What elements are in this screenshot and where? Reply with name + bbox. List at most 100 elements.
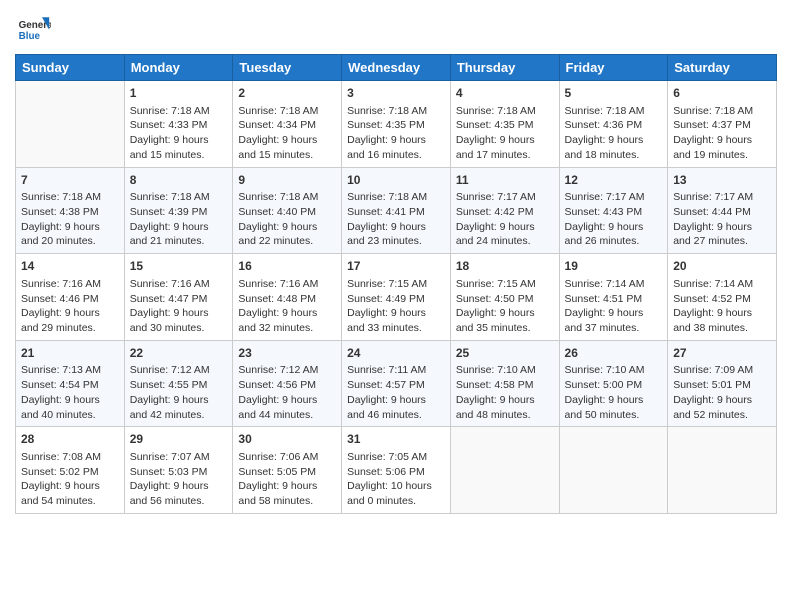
cell-info: and 58 minutes. <box>238 494 336 509</box>
cell-info: Sunrise: 7:18 AM <box>238 104 336 119</box>
day-number: 19 <box>565 258 663 275</box>
day-number: 23 <box>238 345 336 362</box>
logo-icon: General Blue <box>15 10 51 46</box>
day-number: 17 <box>347 258 445 275</box>
header: General Blue <box>15 10 777 46</box>
cell-info: Sunset: 4:57 PM <box>347 378 445 393</box>
cell-info: Daylight: 9 hours <box>347 306 445 321</box>
weekday-header-monday: Monday <box>124 55 233 81</box>
calendar-cell: 25Sunrise: 7:10 AMSunset: 4:58 PMDayligh… <box>450 340 559 427</box>
cell-info: Sunrise: 7:16 AM <box>130 277 228 292</box>
cell-info: Sunrise: 7:18 AM <box>238 190 336 205</box>
calendar-cell: 27Sunrise: 7:09 AMSunset: 5:01 PMDayligh… <box>668 340 777 427</box>
cell-info: Daylight: 9 hours <box>673 393 771 408</box>
day-number: 16 <box>238 258 336 275</box>
day-number: 27 <box>673 345 771 362</box>
cell-info: Sunrise: 7:13 AM <box>21 363 119 378</box>
calendar-table: SundayMondayTuesdayWednesdayThursdayFrid… <box>15 54 777 514</box>
day-number: 22 <box>130 345 228 362</box>
cell-info: Sunrise: 7:16 AM <box>238 277 336 292</box>
day-number: 11 <box>456 172 554 189</box>
cell-info: Sunrise: 7:18 AM <box>565 104 663 119</box>
day-number: 9 <box>238 172 336 189</box>
cell-info: Sunset: 5:06 PM <box>347 465 445 480</box>
cell-info: Sunset: 4:35 PM <box>456 118 554 133</box>
day-number: 8 <box>130 172 228 189</box>
day-number: 3 <box>347 85 445 102</box>
cell-info: Daylight: 9 hours <box>130 220 228 235</box>
cell-info: Daylight: 9 hours <box>347 220 445 235</box>
calendar-cell: 30Sunrise: 7:06 AMSunset: 5:05 PMDayligh… <box>233 427 342 514</box>
day-number: 24 <box>347 345 445 362</box>
cell-info: Daylight: 9 hours <box>21 220 119 235</box>
weekday-header-row: SundayMondayTuesdayWednesdayThursdayFrid… <box>16 55 777 81</box>
calendar-cell: 21Sunrise: 7:13 AMSunset: 4:54 PMDayligh… <box>16 340 125 427</box>
day-number: 26 <box>565 345 663 362</box>
cell-info: Daylight: 9 hours <box>565 393 663 408</box>
weekday-header-thursday: Thursday <box>450 55 559 81</box>
calendar-cell: 1Sunrise: 7:18 AMSunset: 4:33 PMDaylight… <box>124 81 233 168</box>
cell-info: Sunset: 4:41 PM <box>347 205 445 220</box>
cell-info: and 21 minutes. <box>130 234 228 249</box>
cell-info: Sunrise: 7:12 AM <box>130 363 228 378</box>
cell-info: Daylight: 9 hours <box>673 306 771 321</box>
cell-info: and 30 minutes. <box>130 321 228 336</box>
cell-info: and 32 minutes. <box>238 321 336 336</box>
cell-info: Sunset: 4:38 PM <box>21 205 119 220</box>
day-number: 7 <box>21 172 119 189</box>
cell-info: and 33 minutes. <box>347 321 445 336</box>
cell-info: Sunrise: 7:18 AM <box>347 104 445 119</box>
cell-info: Sunset: 4:36 PM <box>565 118 663 133</box>
cell-info: and 50 minutes. <box>565 408 663 423</box>
day-number: 18 <box>456 258 554 275</box>
calendar-cell: 6Sunrise: 7:18 AMSunset: 4:37 PMDaylight… <box>668 81 777 168</box>
weekday-header-wednesday: Wednesday <box>342 55 451 81</box>
calendar-cell <box>559 427 668 514</box>
cell-info: Daylight: 9 hours <box>673 133 771 148</box>
cell-info: Daylight: 9 hours <box>456 220 554 235</box>
cell-info: Daylight: 9 hours <box>130 479 228 494</box>
cell-info: and 26 minutes. <box>565 234 663 249</box>
day-number: 21 <box>21 345 119 362</box>
cell-info: Sunrise: 7:17 AM <box>456 190 554 205</box>
week-row-3: 14Sunrise: 7:16 AMSunset: 4:46 PMDayligh… <box>16 254 777 341</box>
calendar-cell: 2Sunrise: 7:18 AMSunset: 4:34 PMDaylight… <box>233 81 342 168</box>
cell-info: and 0 minutes. <box>347 494 445 509</box>
calendar-cell: 26Sunrise: 7:10 AMSunset: 5:00 PMDayligh… <box>559 340 668 427</box>
cell-info: and 15 minutes. <box>130 148 228 163</box>
calendar-cell <box>16 81 125 168</box>
calendar-cell: 8Sunrise: 7:18 AMSunset: 4:39 PMDaylight… <box>124 167 233 254</box>
cell-info: Sunrise: 7:18 AM <box>347 190 445 205</box>
calendar-page: General Blue SundayMondayTuesdayWednesda… <box>0 0 792 529</box>
calendar-cell: 4Sunrise: 7:18 AMSunset: 4:35 PMDaylight… <box>450 81 559 168</box>
cell-info: Daylight: 9 hours <box>238 306 336 321</box>
cell-info: Sunrise: 7:14 AM <box>565 277 663 292</box>
cell-info: Daylight: 9 hours <box>238 133 336 148</box>
day-number: 25 <box>456 345 554 362</box>
day-number: 12 <box>565 172 663 189</box>
cell-info: and 38 minutes. <box>673 321 771 336</box>
day-number: 31 <box>347 431 445 448</box>
cell-info: Sunrise: 7:18 AM <box>130 190 228 205</box>
calendar-cell: 19Sunrise: 7:14 AMSunset: 4:51 PMDayligh… <box>559 254 668 341</box>
cell-info: Daylight: 9 hours <box>130 393 228 408</box>
cell-info: and 48 minutes. <box>456 408 554 423</box>
cell-info: Sunset: 4:37 PM <box>673 118 771 133</box>
cell-info: Sunset: 4:42 PM <box>456 205 554 220</box>
calendar-header: SundayMondayTuesdayWednesdayThursdayFrid… <box>16 55 777 81</box>
cell-info: Daylight: 9 hours <box>130 133 228 148</box>
cell-info: and 44 minutes. <box>238 408 336 423</box>
calendar-cell: 23Sunrise: 7:12 AMSunset: 4:56 PMDayligh… <box>233 340 342 427</box>
cell-info: and 20 minutes. <box>21 234 119 249</box>
cell-info: Daylight: 9 hours <box>238 220 336 235</box>
day-number: 13 <box>673 172 771 189</box>
cell-info: Sunset: 4:54 PM <box>21 378 119 393</box>
cell-info: Daylight: 9 hours <box>565 220 663 235</box>
calendar-cell: 16Sunrise: 7:16 AMSunset: 4:48 PMDayligh… <box>233 254 342 341</box>
cell-info: Daylight: 9 hours <box>347 133 445 148</box>
cell-info: and 37 minutes. <box>565 321 663 336</box>
weekday-header-saturday: Saturday <box>668 55 777 81</box>
weekday-header-tuesday: Tuesday <box>233 55 342 81</box>
cell-info: and 23 minutes. <box>347 234 445 249</box>
day-number: 1 <box>130 85 228 102</box>
